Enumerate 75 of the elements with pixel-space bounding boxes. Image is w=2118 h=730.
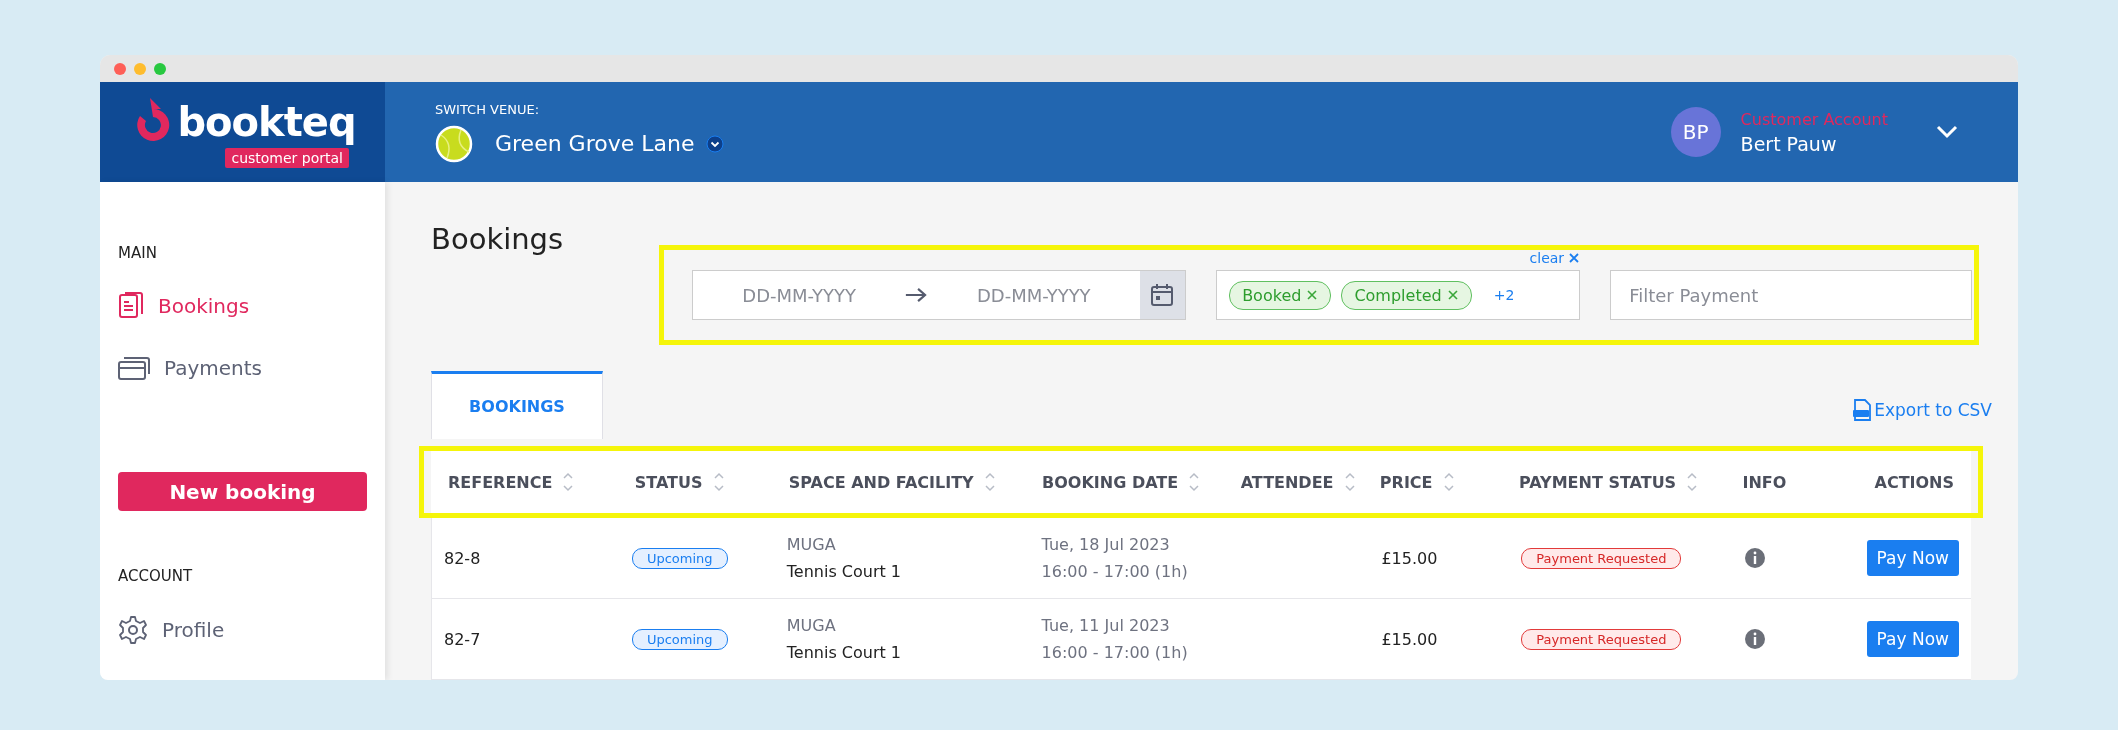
sidebar-item[interactable]: Payments bbox=[118, 355, 262, 381]
facility-name: Tennis Court 1 bbox=[786, 643, 902, 662]
maximize-window-dot[interactable] bbox=[154, 62, 166, 75]
chevron-down-icon[interactable] bbox=[1936, 125, 1958, 139]
date-to-field[interactable]: DD-MM-YYYY bbox=[941, 283, 1126, 307]
column-header[interactable]: ACTIONS bbox=[1874, 472, 1954, 492]
reference-cell: 82-8 bbox=[444, 548, 481, 568]
more-count[interactable]: +2 bbox=[1493, 287, 1515, 303]
status-tag[interactable]: Completed bbox=[1341, 280, 1472, 310]
pay-now-button[interactable]: Pay Now bbox=[1866, 621, 1959, 657]
price-cell: £15.00 bbox=[1381, 629, 1438, 649]
space-name: MUGA bbox=[786, 616, 836, 635]
column-header[interactable]: PAYMENT STATUS bbox=[1518, 472, 1677, 492]
account-role: Customer Account bbox=[1740, 109, 1888, 129]
portal-badge: customer portal bbox=[225, 148, 349, 168]
export-link[interactable]: Export to CSV bbox=[1852, 399, 1992, 421]
column-header[interactable]: BOOKING DATE bbox=[1042, 472, 1179, 492]
column-header[interactable]: SPACE AND FACILITY bbox=[788, 472, 974, 492]
sidebar-item[interactable]: Bookings bbox=[118, 292, 250, 320]
document-icon bbox=[118, 292, 144, 320]
info-icon[interactable] bbox=[1744, 628, 1767, 650]
payment-status-badge: Payment Requested bbox=[1521, 547, 1682, 569]
status-badge: Upcoming bbox=[631, 547, 728, 569]
new-booking-button[interactable]: New booking bbox=[118, 472, 367, 511]
booking-time: 16:00 - 17:00 (1h) bbox=[1041, 643, 1188, 662]
sort-icon[interactable] bbox=[1442, 471, 1455, 493]
close-icon[interactable] bbox=[1568, 252, 1581, 264]
minimize-window-dot[interactable] bbox=[134, 62, 146, 75]
status-filter-field[interactable]: Booked Completed +2 bbox=[1216, 270, 1581, 320]
clear-link[interactable]: clear bbox=[1529, 250, 1581, 266]
column-header[interactable]: REFERENCE bbox=[448, 472, 553, 492]
column-header[interactable]: INFO bbox=[1742, 472, 1787, 492]
close-icon[interactable] bbox=[1306, 289, 1319, 301]
date-from-field[interactable]: DD-MM-YYYY bbox=[707, 283, 892, 307]
payment-filter-field[interactable]: Filter Payment bbox=[1610, 270, 1973, 320]
calendar-icon bbox=[1150, 283, 1175, 307]
tennis-ball-icon bbox=[435, 124, 473, 163]
status-badge: Upcoming bbox=[631, 628, 728, 650]
status-tag[interactable]: Booked bbox=[1229, 280, 1332, 310]
section-heading: MAIN bbox=[118, 244, 158, 262]
payment-status-badge: Payment Requested bbox=[1521, 628, 1682, 650]
user-name: Bert Pauw bbox=[1740, 132, 1838, 155]
sort-icon[interactable] bbox=[1343, 471, 1356, 493]
price-cell: £15.00 bbox=[1381, 548, 1438, 568]
reference-cell: 82-7 bbox=[444, 629, 481, 649]
booking-date: Tue, 11 Jul 2023 bbox=[1041, 616, 1170, 635]
tab[interactable]: BOOKINGS bbox=[431, 371, 603, 439]
settings-icon bbox=[118, 615, 148, 645]
user-avatar[interactable]: BP bbox=[1670, 107, 1721, 157]
column-header[interactable]: PRICE bbox=[1379, 472, 1433, 492]
column-header[interactable]: ATTENDEE bbox=[1240, 472, 1334, 492]
cards-icon bbox=[118, 355, 150, 381]
sort-icon[interactable] bbox=[983, 471, 996, 493]
calendar-button[interactable] bbox=[1139, 271, 1186, 319]
page-title: Bookings bbox=[431, 222, 564, 256]
section-heading: ACCOUNT bbox=[118, 567, 194, 585]
close-icon[interactable] bbox=[1446, 289, 1459, 301]
close-window-dot[interactable] bbox=[114, 62, 126, 75]
arrow-right-icon bbox=[905, 286, 928, 304]
sort-icon[interactable] bbox=[1188, 471, 1201, 493]
column-header[interactable]: STATUS bbox=[634, 472, 703, 492]
booking-time: 16:00 - 17:00 (1h) bbox=[1041, 562, 1188, 581]
csv-file-icon bbox=[1852, 399, 1873, 421]
venue-name[interactable]: Green Grove Lane bbox=[495, 131, 695, 156]
sort-icon[interactable] bbox=[1686, 471, 1699, 493]
space-name: MUGA bbox=[786, 535, 836, 554]
sort-icon[interactable] bbox=[712, 471, 725, 493]
booking-date: Tue, 18 Jul 2023 bbox=[1041, 535, 1170, 554]
facility-name: Tennis Court 1 bbox=[786, 562, 902, 581]
info-icon[interactable] bbox=[1744, 547, 1767, 569]
venue-label: SWITCH VENUE: bbox=[435, 101, 541, 117]
dropdown-caret-icon[interactable] bbox=[706, 134, 725, 153]
sort-icon[interactable] bbox=[562, 471, 575, 493]
pay-now-button[interactable]: Pay Now bbox=[1866, 540, 1959, 576]
sidebar-item[interactable]: Profile bbox=[118, 615, 225, 645]
